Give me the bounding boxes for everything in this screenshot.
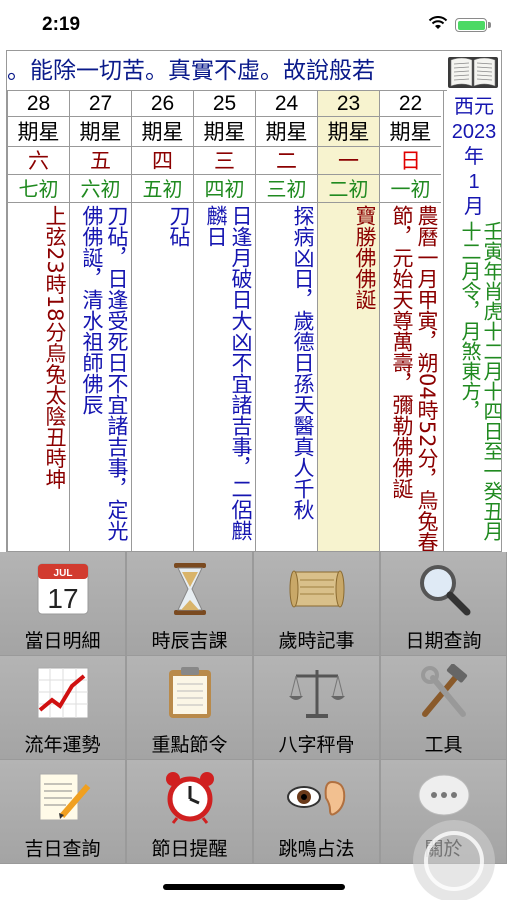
menu-item-label: 工具 bbox=[424, 734, 463, 756]
day-number: 28 bbox=[8, 91, 69, 117]
day-events-text: 上弦23時18分烏兔太陰丑時坤 bbox=[43, 205, 67, 490]
weekday-name: 日 bbox=[380, 147, 441, 175]
lunar-date: 四初 bbox=[194, 175, 255, 203]
day-number: 23 bbox=[318, 91, 379, 117]
day-events-text: 農曆一月甲寅，朔04時52分，烏兔春節，元始天尊萬壽，彌勒佛佛誕 bbox=[390, 205, 439, 552]
menu-item-scroll[interactable]: 歲時記事 bbox=[254, 552, 379, 655]
menu-item-hourglass[interactable]: 時辰吉課 bbox=[127, 552, 252, 655]
day-column[interactable]: 28 期星六七初 上弦23時18分烏兔太陰丑時坤 bbox=[7, 91, 69, 551]
weekday-caption: 期星 bbox=[380, 117, 441, 147]
weekday-name: 五 bbox=[70, 147, 131, 175]
menu-item-label: 重點節令 bbox=[151, 734, 228, 756]
menu-item-clipboard[interactable]: 重點節令 bbox=[127, 656, 252, 759]
lunar-date: 五初 bbox=[132, 175, 193, 203]
day-number: 26 bbox=[132, 91, 193, 117]
tools-icon bbox=[413, 663, 475, 722]
lunar-date: 七初 bbox=[8, 175, 69, 203]
menu-item-calendar-17[interactable]: JUL 17 當日明細 bbox=[0, 552, 125, 655]
alarm-clock-icon bbox=[159, 768, 221, 826]
lunar-date: 二初 bbox=[318, 175, 379, 203]
day-events-text: 刀砧 bbox=[167, 205, 191, 247]
weekday-caption: 期星 bbox=[8, 117, 69, 147]
weekday-caption: 期星 bbox=[132, 117, 193, 147]
eye-ear-icon bbox=[286, 768, 348, 826]
more-bubble-icon bbox=[413, 768, 475, 826]
home-indicator[interactable] bbox=[163, 884, 345, 890]
day-column[interactable]: 27 期星五六初 刀砧，日逢受死日不宜諸吉事，定光佛佛誕，清水祖師佛辰 bbox=[69, 91, 131, 551]
battery-icon bbox=[455, 18, 491, 32]
menu-item-label: 日期查詢 bbox=[405, 630, 482, 652]
calendar-17-icon: JUL 17 bbox=[32, 560, 94, 618]
notepad-pencil-icon bbox=[32, 768, 94, 826]
main-menu-grid: JUL 17 當日明細 時辰吉課 歲時記事 日期查詢流年運勢 重點節令 八字秤骨 工具吉日查詢 節… bbox=[0, 552, 507, 864]
menu-item-scales[interactable]: 八字秤骨 bbox=[254, 656, 379, 759]
day-number: 25 bbox=[194, 91, 255, 117]
assistive-touch-button[interactable] bbox=[413, 820, 495, 900]
day-column[interactable]: 24 期星二三初 探病凶日，歲德日孫天醫真人千秋 bbox=[255, 91, 317, 551]
day-number: 24 bbox=[256, 91, 317, 117]
day-events-text: 探病凶日，歲德日孫天醫真人千秋 bbox=[291, 205, 315, 520]
day-number: 22 bbox=[380, 91, 441, 117]
status-time: 2:19 bbox=[42, 14, 81, 35]
weekday-name: 六 bbox=[8, 147, 69, 175]
day-events-text: 刀砧，日逢受死日不宜諸吉事，定光佛佛誕，清水祖師佛辰 bbox=[80, 205, 129, 541]
menu-item-label: 流年運勢 bbox=[24, 734, 101, 756]
status-bar: 2:19 bbox=[0, 0, 507, 48]
weekday-name: 一 bbox=[318, 147, 379, 175]
scrolling-sutra-text: 。能除一切苦。真實不虛。故說般若 bbox=[7, 51, 447, 91]
scales-icon bbox=[286, 664, 348, 722]
menu-item-label: 當日明細 bbox=[24, 630, 101, 652]
day-column[interactable]: 26 期星四五初 刀砧 bbox=[131, 91, 193, 551]
lunar-date: 三初 bbox=[256, 175, 317, 203]
menu-item-magnifier[interactable]: 日期查詢 bbox=[381, 552, 506, 655]
weekday-caption: 期星 bbox=[256, 117, 317, 147]
menu-item-label: 節日提醒 bbox=[151, 838, 228, 860]
weekday-name: 三 bbox=[194, 147, 255, 175]
year-month-panel: 西元 2023 年 1 月 壬寅年肖虎十二月十四日至一癸丑月十二月令，月煞東方， bbox=[443, 91, 502, 551]
menu-item-label: 歲時記事 bbox=[278, 630, 355, 652]
open-book-icon[interactable] bbox=[445, 52, 501, 92]
calendar-week-view: 。能除一切苦。真實不虛。故說般若 28 期星六七初 上弦23時18分烏兔太陰丑時坤 2… bbox=[6, 50, 502, 552]
day-number: 27 bbox=[70, 91, 131, 117]
hourglass-icon bbox=[159, 560, 221, 618]
menu-item-trend-chart[interactable]: 流年運勢 bbox=[0, 656, 125, 759]
menu-item-label: 八字秤骨 bbox=[278, 734, 355, 756]
menu-item-label: 吉日查詢 bbox=[24, 838, 101, 860]
weekday-caption: 期星 bbox=[194, 117, 255, 147]
weekday-name: 二 bbox=[256, 147, 317, 175]
weekday-caption: 期星 bbox=[70, 117, 131, 147]
magnifier-icon bbox=[413, 560, 475, 618]
svg-text:JUL: JUL bbox=[54, 568, 73, 579]
lunar-date: 六初 bbox=[70, 175, 131, 203]
scroll-icon bbox=[286, 560, 348, 618]
month-info-text: 壬寅年肖虎十二月十四日至一癸丑月十二月令，月煞東方， bbox=[459, 221, 502, 541]
day-column[interactable]: 22 期星日一初 農曆一月甲寅，朔04時52分，烏兔春節，元始天尊萬壽，彌勒佛佛誕 bbox=[379, 91, 441, 552]
clipboard-icon bbox=[159, 664, 221, 722]
day-column[interactable]: 23 期星一二初 寶勝佛佛誕 bbox=[317, 91, 379, 551]
wifi-icon bbox=[428, 16, 448, 29]
trend-chart-icon bbox=[32, 664, 94, 722]
menu-item-tools[interactable]: 工具 bbox=[381, 656, 506, 759]
weekday-caption: 期星 bbox=[318, 117, 379, 147]
svg-text:17: 17 bbox=[47, 583, 78, 614]
weekday-name: 四 bbox=[132, 147, 193, 175]
year-month-label: 西元 2023 年 1 月 bbox=[451, 96, 497, 218]
day-events-text: 日逢月破日大凶不宜諸吉事，二侶麒麟日 bbox=[204, 205, 253, 541]
day-column[interactable]: 25 期星三四初 日逢月破日大凶不宜諸吉事，二侶麒麟日 bbox=[193, 91, 255, 551]
menu-item-notepad-pencil[interactable]: 吉日查詢 bbox=[0, 760, 125, 863]
menu-item-eye-ear[interactable]: 跳鳴占法 bbox=[254, 760, 379, 863]
menu-item-alarm-clock[interactable]: 節日提醒 bbox=[127, 760, 252, 863]
day-events-text: 寶勝佛佛誕 bbox=[353, 205, 377, 310]
lunar-date: 一初 bbox=[380, 175, 441, 203]
menu-item-label: 跳鳴占法 bbox=[278, 838, 355, 860]
menu-item-label: 時辰吉課 bbox=[151, 630, 228, 652]
